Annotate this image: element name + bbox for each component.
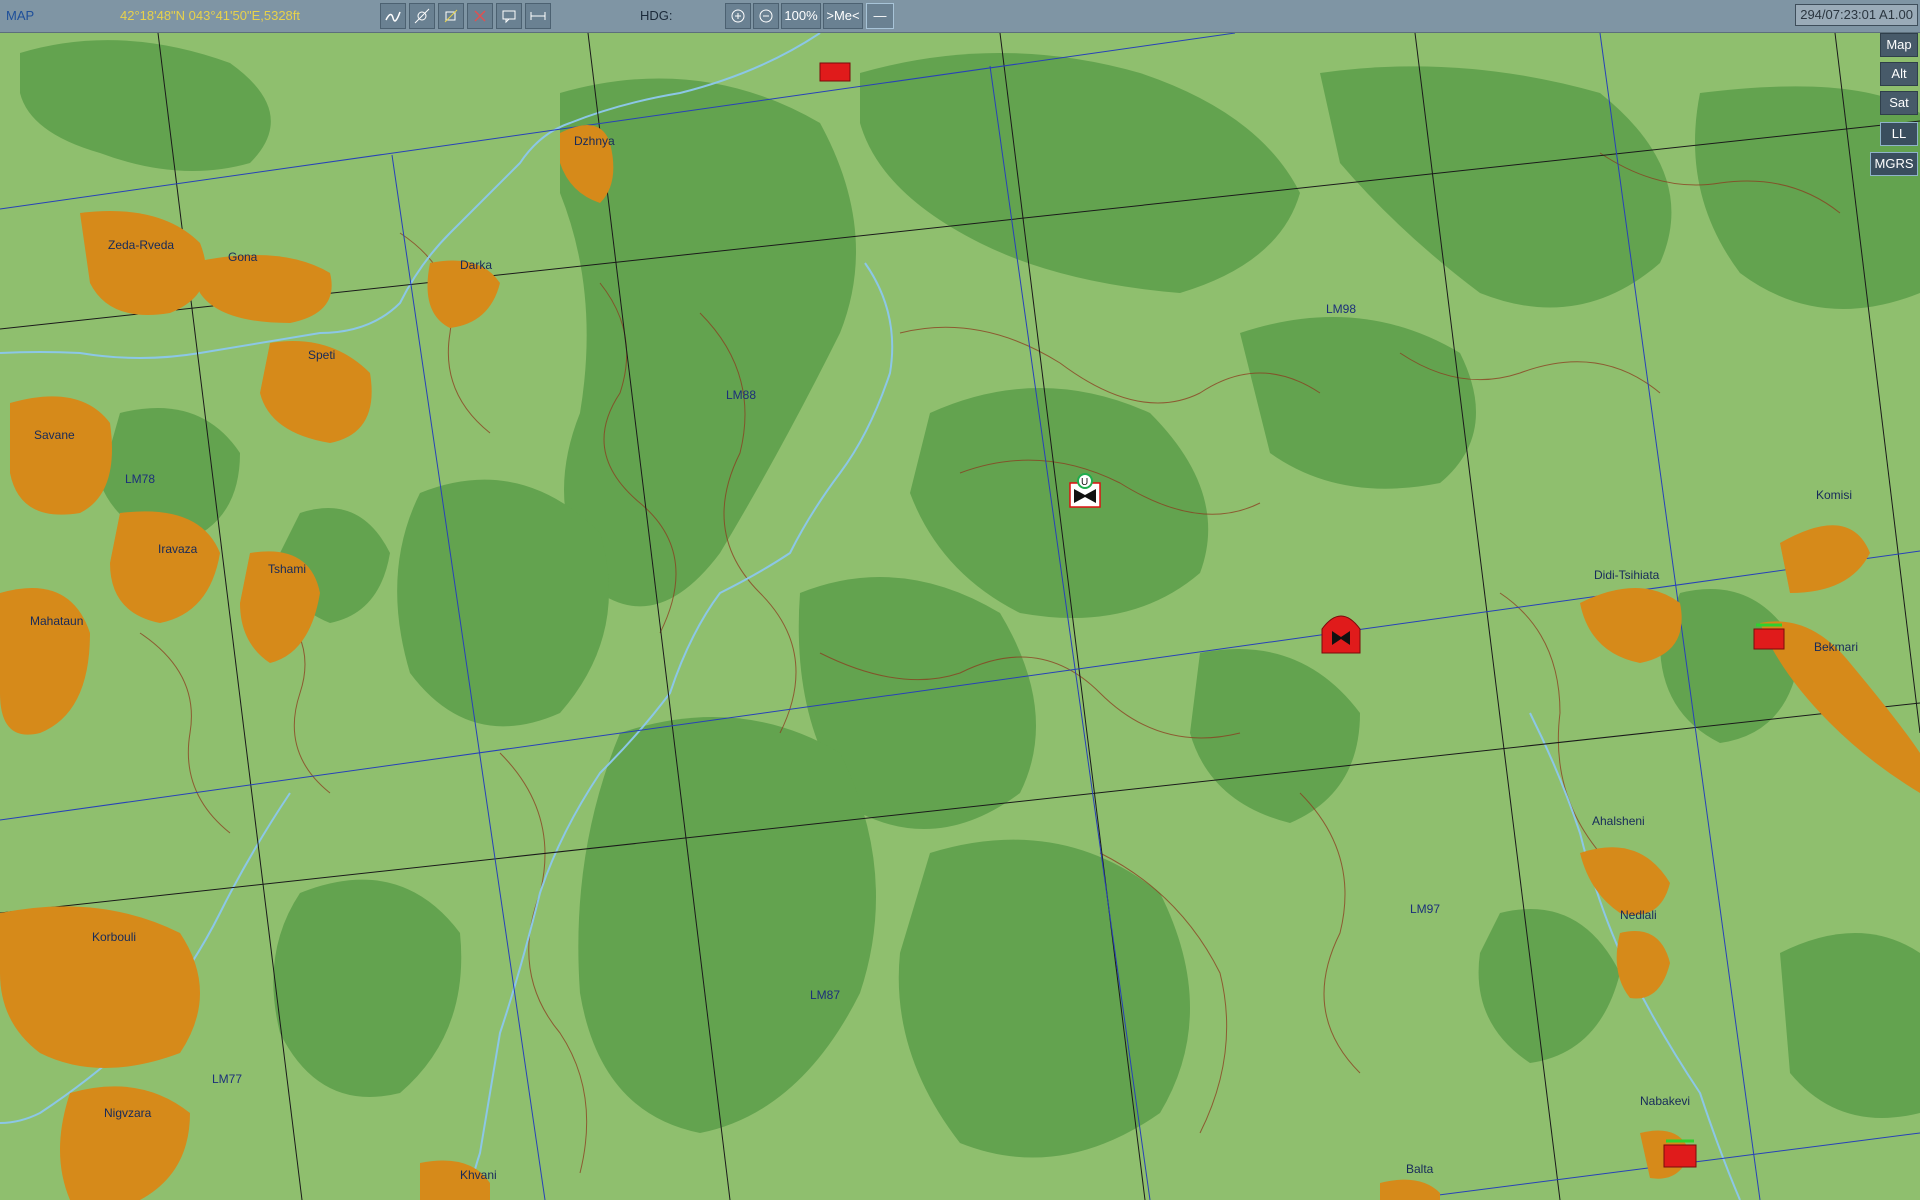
grid-label: LM97 — [1410, 902, 1440, 916]
heading-label: HDG: — [640, 8, 673, 23]
town-label: Komisi — [1816, 488, 1852, 502]
town-label: Balta — [1406, 1162, 1434, 1176]
alt-view-button[interactable]: Alt — [1880, 62, 1918, 86]
comment-tool-icon[interactable] — [496, 3, 522, 29]
enemy-unit-icon[interactable] — [1753, 623, 1785, 650]
town-label: Nigvzara — [104, 1106, 152, 1120]
grid-label: LM88 — [726, 388, 756, 402]
unit-tool-icon[interactable] — [438, 3, 464, 29]
tactical-map[interactable]: Dzhnya Zeda-Rveda Gona Darka Speti Savan… — [0, 33, 1920, 1200]
cursor-coordinates: 42°18'48"N 043°41'50"E,5328ft — [120, 8, 301, 23]
town-label: Darka — [460, 258, 492, 272]
top-toolbar: MAP 42°18'48"N 043°41'50"E,5328ft HDG: 1… — [0, 0, 1920, 33]
zoom-out-button[interactable] — [753, 3, 779, 29]
town-label: Iravaza — [158, 542, 198, 556]
latlong-grid-button[interactable]: LL — [1880, 122, 1918, 146]
zoom-level-button[interactable]: 100% — [781, 3, 821, 29]
town-label: Ahalsheni — [1592, 814, 1645, 828]
center-on-me-button[interactable]: >Me< — [823, 3, 863, 29]
town-label: Dzhnya — [574, 134, 615, 148]
line-tool-button[interactable]: — — [866, 3, 894, 29]
minus-icon — [759, 9, 773, 23]
town-label: Nedlali — [1620, 908, 1657, 922]
town-label: Didi-Tsihiata — [1594, 568, 1660, 582]
waypoint-tool-icon[interactable] — [409, 3, 435, 29]
town-label: Khvani — [460, 1168, 497, 1182]
grid-label: LM77 — [212, 1072, 242, 1086]
enemy-unit-icon[interactable] — [1663, 1139, 1697, 1168]
zoom-in-button[interactable] — [725, 3, 751, 29]
town-label: Zeda-Rveda — [108, 238, 174, 252]
enemy-unit-icon[interactable] — [819, 62, 851, 82]
town-label: Speti — [308, 348, 335, 362]
town-label: Tshami — [268, 562, 306, 576]
town-label: Korbouli — [92, 930, 136, 944]
town-label: Nabakevi — [1640, 1094, 1690, 1108]
map-mode-label: MAP — [6, 8, 35, 23]
plus-icon — [731, 9, 745, 23]
route-tool-icon[interactable] — [380, 3, 406, 29]
grid-label: LM78 — [125, 472, 155, 486]
sat-view-button[interactable]: Sat — [1880, 91, 1918, 115]
town-label: Mahataun — [30, 614, 83, 628]
town-label: Bekmari — [1814, 640, 1858, 654]
grid-label: LM87 — [810, 988, 840, 1002]
mission-time-display: 294/07:23:01 A1.00 — [1795, 4, 1918, 26]
town-label: Gona — [228, 250, 258, 264]
svg-text:U: U — [1081, 477, 1088, 488]
mgrs-grid-button[interactable]: MGRS — [1870, 152, 1918, 176]
delete-tool-icon[interactable] — [467, 3, 493, 29]
map-view-button[interactable]: Map — [1880, 33, 1918, 57]
ruler-tool-icon[interactable] — [525, 3, 551, 29]
town-label: Savane — [34, 428, 75, 442]
grid-label: LM98 — [1326, 302, 1356, 316]
